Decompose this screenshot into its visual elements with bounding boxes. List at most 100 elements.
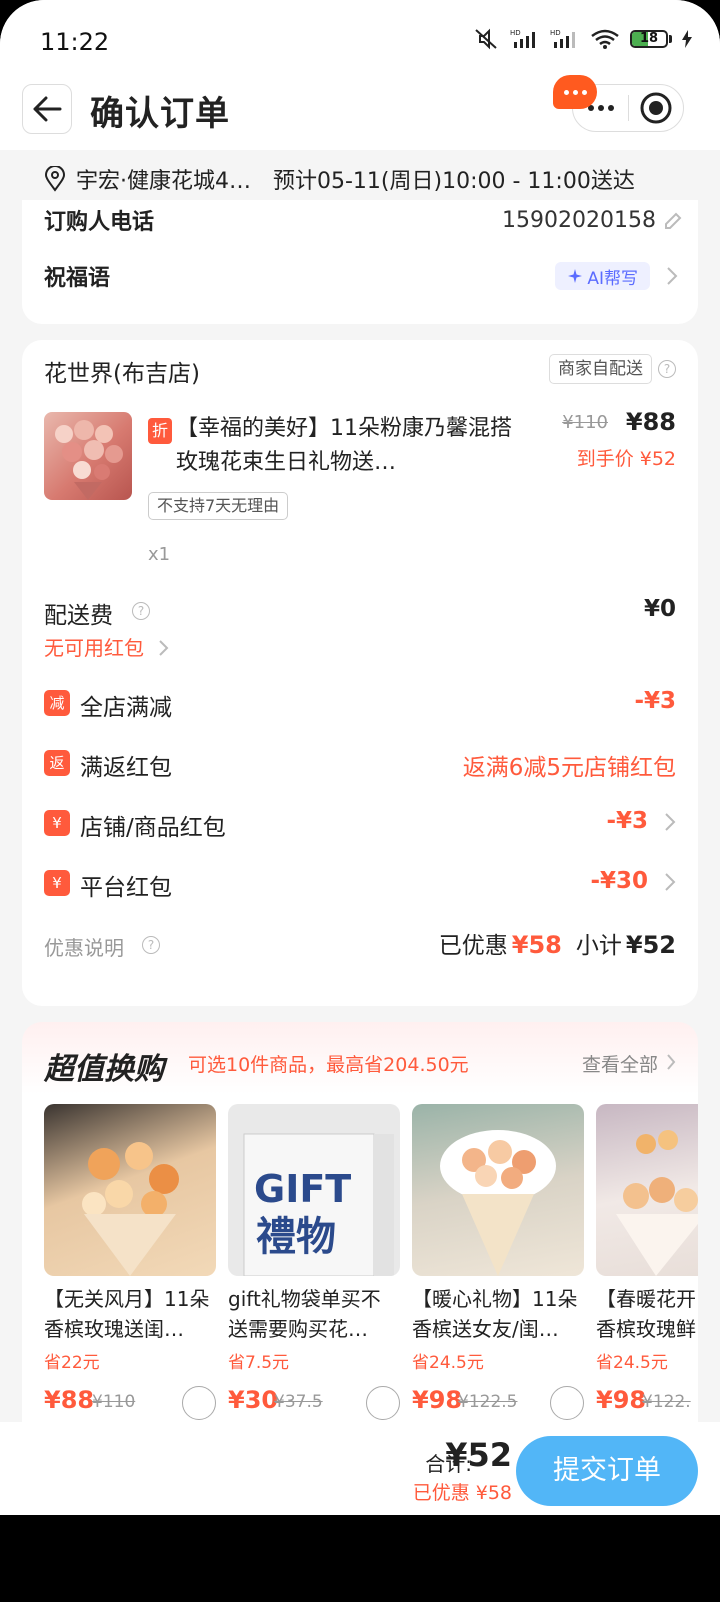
status-bar: 11:22 HD HD 18	[0, 0, 720, 78]
total-value: ¥52	[445, 1436, 512, 1474]
trade-up-card: 超值换购 可选10件商品，最高省204.50元 查看全部 【无关风月】11朵 香槟…	[22, 1022, 698, 1422]
shop-order-card: 花世界(布吉店) 商家自配送 ? 折 【幸福的美好】11朵粉康乃馨混搭玫瑰花束生…	[22, 340, 698, 1006]
help-icon[interactable]: ?	[658, 360, 676, 378]
delivery-time: 预计05-11(周日)10:00 - 11:00送达	[273, 169, 635, 194]
promo-row-shop-redpack[interactable]: ¥ 店铺/商品红包 -¥3	[44, 808, 676, 841]
trade-up-name: 【无关风月】11朵 香槟玫瑰送闺…	[44, 1287, 210, 1341]
trade-up-image[interactable]	[596, 1104, 698, 1276]
trade-up-save: 省7.5元	[228, 1353, 290, 1373]
trade-up-save: 省24.5元	[596, 1353, 668, 1373]
promo-row-platform-redpack[interactable]: ¥ 平台红包 -¥30	[44, 868, 676, 901]
promo-value: -¥3	[634, 688, 676, 714]
no-redpack-label: 无可用红包	[44, 636, 144, 660]
yen-icon: ¥	[44, 810, 70, 836]
trade-up-name: gift礼物袋单买不 送需要购买花…	[228, 1287, 381, 1341]
trade-up-subtitle: 可选10件商品，最高省204.50元	[188, 1054, 469, 1076]
trade-up-select-radio[interactable]	[550, 1386, 584, 1420]
chevron-right-icon	[667, 1054, 676, 1070]
svg-text:禮物: 禮物	[256, 1214, 336, 1260]
saved-label: 已优惠	[438, 933, 508, 959]
wifi-icon	[591, 29, 619, 49]
trade-up-item[interactable]: 【无关风月】11朵 香槟玫瑰送闺… 省22元 ¥88 ¥110	[44, 1104, 216, 1422]
submit-order-button[interactable]: 提交订单	[516, 1436, 698, 1506]
signal-icon: HD	[510, 29, 535, 48]
original-price: ¥110	[562, 412, 608, 433]
trade-up-select-radio[interactable]	[182, 1386, 216, 1420]
trade-up-save: 省24.5元	[412, 1353, 484, 1373]
delivery-fee-value: ¥0	[643, 596, 676, 622]
promo-label: 平台红包	[80, 875, 172, 901]
chevron-right-icon	[665, 813, 676, 831]
quantity: x1	[148, 544, 171, 565]
product-title[interactable]: 【幸福的美好】11朵粉康乃馨混搭玫瑰花束生日礼物送…	[176, 412, 516, 480]
delivery-type-tag: 商家自配送	[549, 354, 652, 384]
help-icon[interactable]: ?	[132, 602, 150, 620]
reduce-icon: 减	[44, 690, 70, 716]
subtotal-label: 小计	[575, 933, 622, 959]
trade-up-title: 超值换购	[44, 1052, 164, 1087]
trade-up-image[interactable]	[44, 1104, 216, 1276]
trade-up-item[interactable]: GIFT 禮物 gift礼物袋单买不 送需要购买花… 省7.5元 ¥30 ¥37.…	[228, 1104, 400, 1422]
trade-up-image[interactable]	[412, 1104, 584, 1276]
status-time: 11:22	[40, 28, 110, 56]
svg-text:HD: HD	[510, 29, 521, 37]
back-button[interactable]	[22, 84, 72, 134]
mini-program-capsule	[553, 75, 684, 132]
chevron-right-icon	[159, 640, 169, 656]
bottom-bar: 合计: ¥52 已优惠 ¥58 提交订单	[0, 1422, 720, 1515]
discount-tag: 折	[148, 418, 172, 444]
order-info-card: 订购人电话 15902020158 祝福语 AI帮写	[22, 200, 698, 324]
saved-value: ¥58	[511, 931, 562, 959]
battery-icon: 18	[630, 30, 672, 48]
ai-write-button[interactable]: AI帮写	[555, 262, 650, 290]
signal-icon-2: HD	[550, 29, 575, 48]
blessing-label: 祝福语	[44, 266, 111, 291]
sale-price: ¥88	[625, 408, 676, 436]
trade-up-price: ¥98	[596, 1386, 647, 1414]
svg-text:HD: HD	[550, 29, 561, 37]
trade-up-item[interactable]: 【春暖花开 香槟玫瑰鲜 省24.5元 ¥98 ¥122.	[596, 1104, 698, 1422]
chevron-right-icon	[667, 267, 678, 285]
subtotal-value: ¥52	[625, 931, 676, 959]
phone-value[interactable]: 15902020158	[502, 208, 656, 233]
promo-label: 店铺/商品红包	[80, 815, 226, 841]
trade-up-name: 【春暖花开 香槟玫瑰鲜	[596, 1287, 696, 1341]
yen-icon: ¥	[44, 870, 70, 896]
promo-value: 返满6减5元店铺红包	[462, 755, 676, 781]
shop-name[interactable]: 花世界(布吉店)	[44, 354, 200, 388]
trade-up-orig-price: ¥37.5	[274, 1392, 323, 1412]
page-title: 确认订单	[90, 94, 230, 134]
promo-value: -¥30	[590, 868, 648, 894]
promo-row-store-discount: 减 全店满减 -¥3	[44, 688, 676, 721]
close-mini-program-button[interactable]	[629, 85, 683, 131]
cashback-icon: 返	[44, 750, 70, 776]
trade-up-image[interactable]: GIFT 禮物	[228, 1104, 400, 1276]
order-summary: 已优惠 ¥58 小计 ¥52	[439, 926, 676, 960]
no-redpack-link[interactable]: 无可用红包	[44, 632, 170, 661]
header: 确认订单	[0, 75, 720, 150]
no-return-tag: 不支持7天无理由	[148, 492, 289, 520]
help-icon[interactable]: ?	[142, 936, 160, 954]
target-icon	[640, 92, 672, 124]
trade-up-name: 【暖心礼物】11朵 香槟送女友/闺…	[412, 1287, 578, 1341]
svg-text:GIFT: GIFT	[254, 1167, 351, 1211]
sparkle-icon	[568, 269, 583, 283]
trade-up-price: ¥30	[228, 1386, 279, 1414]
discount-explain[interactable]: 优惠说明	[44, 932, 124, 961]
view-all-link[interactable]: 查看全部	[582, 1050, 658, 1077]
message-badge-icon[interactable]	[553, 75, 597, 109]
trade-up-save: 省22元	[44, 1353, 100, 1373]
trade-up-select-radio[interactable]	[366, 1386, 400, 1420]
promo-value: -¥3	[606, 808, 648, 834]
trade-up-orig-price: ¥122.5	[458, 1392, 518, 1412]
edit-icon[interactable]	[662, 210, 684, 232]
phone-label: 订购人电话	[44, 210, 155, 235]
charging-icon	[682, 30, 692, 48]
trade-up-item[interactable]: 【暖心礼物】11朵 香槟送女友/闺… 省24.5元 ¥98 ¥122.5	[412, 1104, 584, 1422]
trade-up-price: ¥88	[44, 1386, 95, 1414]
screen: 11:22 HD HD 18 确认订单 宇宏·健康花城4… 预计05-11(周日…	[0, 0, 720, 1515]
total-saved: 已优惠 ¥58	[412, 1482, 512, 1504]
product-image[interactable]	[44, 412, 132, 500]
chevron-right-icon	[665, 873, 676, 891]
status-icons: HD HD 18	[474, 28, 692, 50]
